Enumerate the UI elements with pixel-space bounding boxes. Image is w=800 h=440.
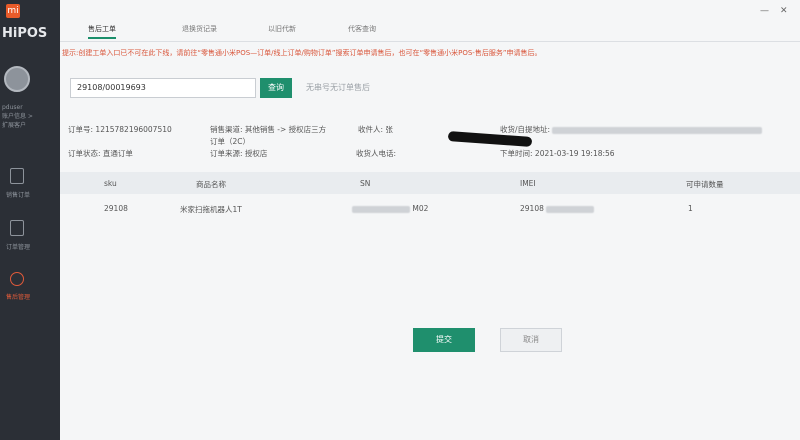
- sidebar-item-sales-order[interactable]: 销售订单: [0, 168, 60, 199]
- sales-channel-label: 销售渠道:: [210, 125, 243, 134]
- sales-channel: 销售渠道: 其他销售 -> 授权店三方: [210, 124, 326, 135]
- no-order-after-sales-link[interactable]: 无串号无订单售后: [306, 82, 370, 93]
- order-status-value: 直通订单: [102, 149, 133, 158]
- table-header: sku 商品名称 SN IMEI 可申请数量: [60, 172, 800, 194]
- tab-after-sales-ticket[interactable]: 售后工单: [88, 24, 116, 39]
- clipboard-icon: [10, 220, 24, 236]
- column-header-quantity: 可申请数量: [686, 180, 724, 189]
- order-number-value: 1215782196007510: [95, 125, 172, 134]
- order-source-label: 订单来源:: [210, 149, 243, 158]
- close-icon[interactable]: ✕: [780, 6, 788, 16]
- cell-sku: 29108: [104, 204, 128, 213]
- order-number-label: 订单号:: [68, 125, 94, 134]
- minimize-icon[interactable]: —: [760, 6, 769, 16]
- column-header-sn: SN: [360, 179, 371, 188]
- receipt-icon: [10, 168, 24, 184]
- sales-channel-value: 其他销售 -> 授权店三方: [244, 125, 327, 134]
- notice-text: 提示:创建工单入口已不可在此下线，请前往“零售通小米POS—订单/线上订单/购物…: [62, 49, 542, 57]
- cell-imei-head: 29108: [520, 204, 544, 213]
- order-search-input[interactable]: 29108/00019693: [70, 78, 256, 98]
- cell-product-name: 米家扫拖机器人1T: [180, 205, 242, 214]
- brand-logo-icon: mi: [6, 4, 20, 18]
- receiver-phone-label: 收货人电话:: [356, 149, 397, 158]
- column-header-sku: sku: [104, 179, 117, 188]
- receiver-value: 张: [385, 125, 393, 134]
- sidebar-item-label: 售后管理: [6, 294, 31, 301]
- table-row[interactable]: 29108 米家扫拖机器人1T M02 29108 1: [60, 194, 800, 222]
- order-source: 订单来源: 授权店: [210, 148, 267, 159]
- delivery-address-label: 收货/自提地址:: [500, 125, 551, 134]
- product-table: sku 商品名称 SN IMEI 可申请数量 29108 米家扫拖机器人1T M…: [60, 172, 800, 222]
- submit-button[interactable]: 提交: [413, 328, 475, 352]
- order-time-label: 下单时间:: [500, 149, 533, 158]
- cancel-button[interactable]: 取消: [500, 328, 562, 352]
- sidebar-item-label: 订单管理: [6, 244, 31, 251]
- cell-imei: 29108: [520, 204, 595, 213]
- account-info-link[interactable]: 账户信息 >: [2, 113, 33, 121]
- sidebar-item-order-management[interactable]: 订单管理: [0, 220, 60, 251]
- blurred-address: [552, 126, 763, 134]
- cell-quantity: 1: [688, 204, 693, 213]
- order-status: 订单状态: 直通订单: [68, 148, 133, 159]
- tab-return-records[interactable]: 退换货记录: [182, 24, 217, 34]
- receiver: 收件人: 张: [358, 124, 393, 135]
- order-number: 订单号: 1215782196007510: [68, 124, 172, 135]
- blurred-imei: [546, 205, 595, 213]
- tab-bar: 售后工单 退换货记录 以旧代新 代客查询: [60, 20, 800, 42]
- order-source-value: 授权店: [244, 149, 268, 158]
- main-panel: — ✕ 售后工单 退换货记录 以旧代新 代客查询 提示:创建工单入口已不可在此下…: [60, 0, 800, 440]
- receiver-label: 收件人:: [358, 125, 384, 134]
- user-name: pduser: [2, 104, 23, 111]
- cell-sn-tail: M02: [412, 204, 429, 213]
- order-time: 下单时间: 2021-03-19 19:18:56: [500, 148, 615, 159]
- avatar[interactable]: [4, 66, 30, 92]
- sidebar-item-label: 销售订单: [6, 192, 31, 199]
- column-header-product-name: 商品名称: [196, 180, 226, 189]
- order-status-label: 订单状态:: [68, 149, 101, 158]
- sidebar: mi HiPOS pduser 账户信息 > 扩展客户 销售订单 订单管理 售后…: [0, 0, 60, 440]
- brand-name: HiPOS: [2, 26, 48, 41]
- cell-sn: M02: [352, 204, 428, 213]
- service-icon: [10, 272, 24, 286]
- sales-channel-extra: 订单（2C）: [210, 137, 251, 146]
- column-header-imei: IMEI: [520, 179, 536, 188]
- receiver-phone: 收货人电话:: [356, 148, 396, 159]
- tab-trade-in[interactable]: 以旧代新: [268, 24, 296, 34]
- order-time-value: 2021-03-19 19:18:56: [534, 149, 615, 158]
- query-button[interactable]: 查询: [260, 78, 292, 98]
- sidebar-item-after-sales[interactable]: 售后管理: [0, 272, 60, 301]
- tab-customer-query[interactable]: 代客查询: [348, 24, 376, 34]
- delivery-address: 收货/自提地址:: [500, 124, 763, 135]
- user-store: 扩展客户: [2, 122, 27, 129]
- blurred-sn: [352, 205, 410, 213]
